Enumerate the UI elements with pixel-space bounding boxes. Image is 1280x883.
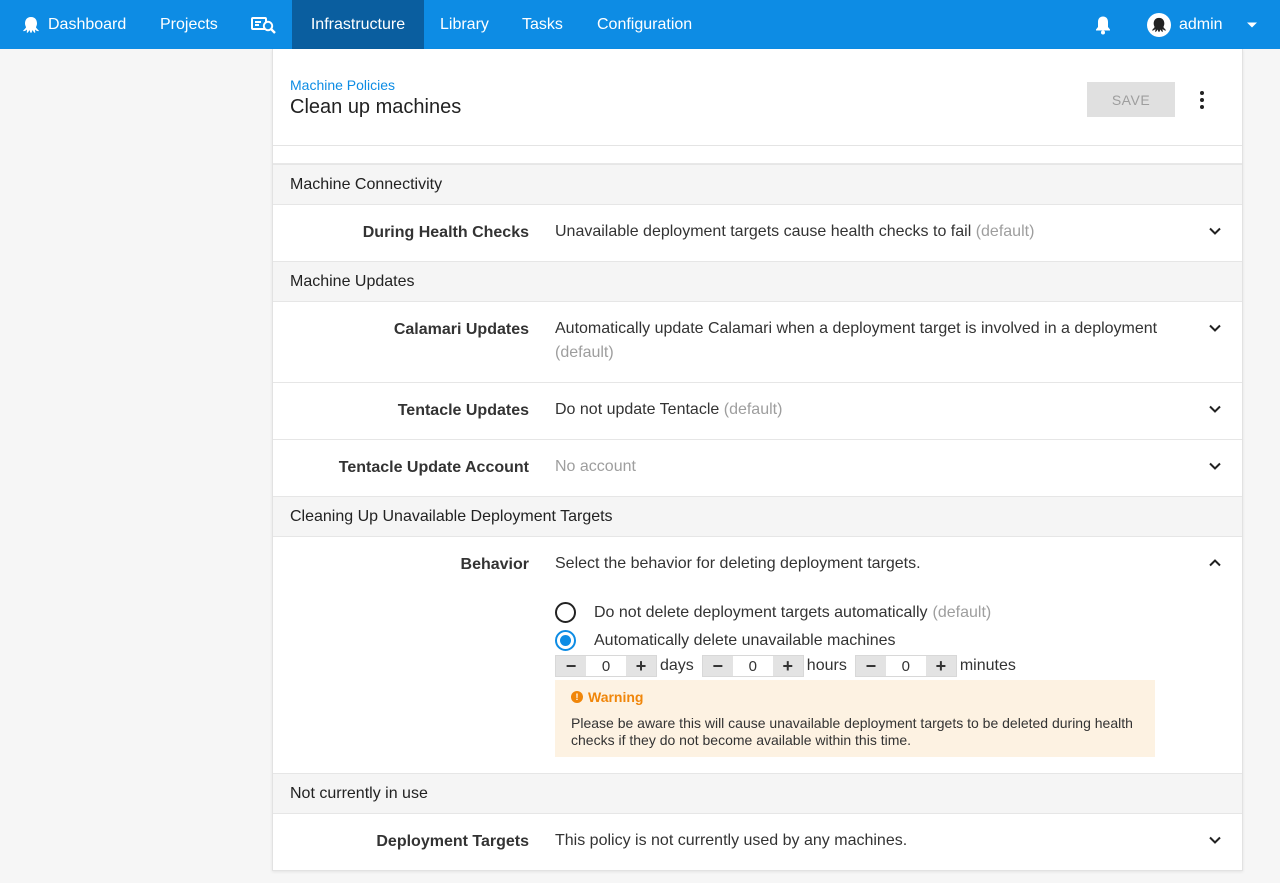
- row-behavior: Behavior Select the behavior for deletin…: [273, 537, 1242, 774]
- bell-icon: [1094, 15, 1112, 35]
- row-value-text: Automatically update Calamari when a dep…: [555, 320, 1158, 337]
- row-value: Automatically update Calamari when a dep…: [555, 317, 1195, 365]
- octopus-icon: [22, 16, 40, 34]
- notifications-button[interactable]: [1094, 0, 1112, 49]
- decrement-button[interactable]: −: [855, 656, 886, 676]
- radio-label: Do not delete deployment targets automat…: [594, 603, 928, 621]
- nav-projects-label: Projects: [160, 15, 218, 33]
- row-value: No account: [555, 458, 636, 475]
- minutes-stepper: − 0 +: [854, 655, 957, 677]
- row-label: Tentacle Updates: [397, 402, 529, 419]
- nav-infrastructure-label: Infrastructure: [310, 15, 406, 33]
- increment-button[interactable]: +: [772, 656, 803, 676]
- chevron-down-icon[interactable]: [1207, 832, 1223, 848]
- nav-configuration[interactable]: Configuration: [597, 0, 692, 49]
- row-during-health-checks[interactable]: During Health Checks Unavailable deploym…: [273, 205, 1242, 262]
- row-value-text: Do not update Tentacle: [555, 401, 720, 418]
- chevron-down-icon[interactable]: [1207, 401, 1223, 417]
- row-tentacle-update-account[interactable]: Tentacle Update Account No account: [273, 440, 1242, 497]
- chevron-up-icon[interactable]: [1207, 555, 1223, 571]
- default-note: (default): [723, 401, 783, 418]
- save-button[interactable]: SAVE: [1087, 82, 1175, 117]
- nav-infrastructure[interactable]: Infrastructure: [292, 0, 424, 49]
- nav-projects[interactable]: Projects: [160, 0, 218, 49]
- top-navigation: Dashboard Projects Infrastructure Librar…: [0, 0, 1280, 49]
- minutes-value[interactable]: 0: [886, 658, 926, 675]
- radio-label: Automatically delete unavailable machine…: [594, 631, 896, 649]
- row-label: During Health Checks: [362, 224, 529, 241]
- section-machine-connectivity: Machine Connectivity: [273, 164, 1242, 205]
- radio-button[interactable]: [555, 602, 576, 623]
- nav-dashboard-label: Dashboard: [48, 15, 127, 33]
- behavior-description: Select the behavior for deleting deploym…: [555, 555, 921, 572]
- row-calamari-updates[interactable]: Calamari Updates Automatically update Ca…: [273, 302, 1242, 383]
- hours-value[interactable]: 0: [733, 658, 773, 675]
- minutes-unit: minutes: [959, 657, 1016, 674]
- increment-button[interactable]: +: [626, 656, 656, 676]
- breadcrumb[interactable]: Machine Policies: [290, 77, 395, 93]
- section-machine-updates: Machine Updates: [273, 261, 1242, 302]
- row-label: Deployment Targets: [376, 833, 529, 850]
- nav-tasks-label: Tasks: [522, 15, 563, 33]
- nav-tasks[interactable]: Tasks: [522, 0, 563, 49]
- scrolled-content-edge: [273, 146, 1242, 164]
- row-label: Calamari Updates: [393, 321, 529, 338]
- row-label: Behavior: [460, 556, 529, 573]
- radio-do-not-delete[interactable]: Do not delete deployment targets automat…: [555, 602, 991, 623]
- card-header: Machine Policies Clean up machines SAVE: [273, 49, 1242, 146]
- policy-card: Machine Policies Clean up machines SAVE …: [272, 49, 1243, 871]
- days-unit: days: [660, 657, 694, 674]
- nav-dashboard[interactable]: Dashboard: [22, 0, 126, 49]
- hours-unit: hours: [806, 657, 847, 674]
- section-cleaning-up: Cleaning Up Unavailable Deployment Targe…: [273, 496, 1242, 537]
- decrement-button[interactable]: −: [702, 656, 733, 676]
- section-not-in-use: Not currently in use: [273, 773, 1242, 814]
- chevron-down-icon[interactable]: [1207, 458, 1223, 474]
- days-stepper: − 0 +: [555, 655, 657, 677]
- decrement-button[interactable]: −: [556, 656, 586, 676]
- days-value[interactable]: 0: [586, 658, 626, 675]
- default-note: (default): [932, 603, 992, 621]
- radio-button-selected[interactable]: [555, 630, 576, 651]
- chevron-down-icon[interactable]: [1207, 223, 1223, 239]
- nav-library[interactable]: Library: [440, 0, 489, 49]
- search-machines-icon: [251, 16, 277, 34]
- page-title: Clean up machines: [290, 96, 462, 118]
- radio-auto-delete[interactable]: Automatically delete unavailable machine…: [555, 630, 896, 651]
- row-value: Do not update Tentacle (default): [555, 398, 1195, 422]
- row-tentacle-updates[interactable]: Tentacle Updates Do not update Tentacle …: [273, 383, 1242, 440]
- nav-search-machines[interactable]: [251, 0, 277, 49]
- warning-title: ! Warning: [571, 689, 1139, 705]
- more-options-icon[interactable]: [1193, 87, 1211, 113]
- caret-down-icon: [1246, 21, 1258, 29]
- avatar: [1147, 12, 1171, 37]
- chevron-down-icon[interactable]: [1207, 320, 1223, 336]
- row-label: Tentacle Update Account: [338, 459, 529, 476]
- row-value: This policy is not currently used by any…: [555, 832, 908, 849]
- row-deployment-targets[interactable]: Deployment Targets This policy is not cu…: [273, 814, 1242, 870]
- warning-title-text: Warning: [588, 689, 644, 705]
- hours-stepper: − 0 +: [701, 655, 804, 677]
- user-menu[interactable]: admin: [1147, 0, 1258, 49]
- row-value-text: Unavailable deployment targets cause hea…: [555, 223, 972, 240]
- exclamation-icon: !: [571, 691, 583, 703]
- row-value: Unavailable deployment targets cause hea…: [555, 220, 1195, 244]
- warning-callout: ! Warning Please be aware this will caus…: [555, 680, 1155, 757]
- default-note: (default): [975, 223, 1035, 240]
- warning-text: Please be aware this will cause unavaila…: [571, 715, 1133, 748]
- duration-steppers: − 0 + days − 0 + hours − 0 + minutes: [555, 655, 1024, 677]
- increment-button[interactable]: +: [925, 656, 956, 676]
- user-name: admin: [1179, 15, 1223, 33]
- nav-library-label: Library: [440, 15, 489, 33]
- nav-configuration-label: Configuration: [597, 15, 693, 33]
- default-note: (default): [555, 344, 614, 361]
